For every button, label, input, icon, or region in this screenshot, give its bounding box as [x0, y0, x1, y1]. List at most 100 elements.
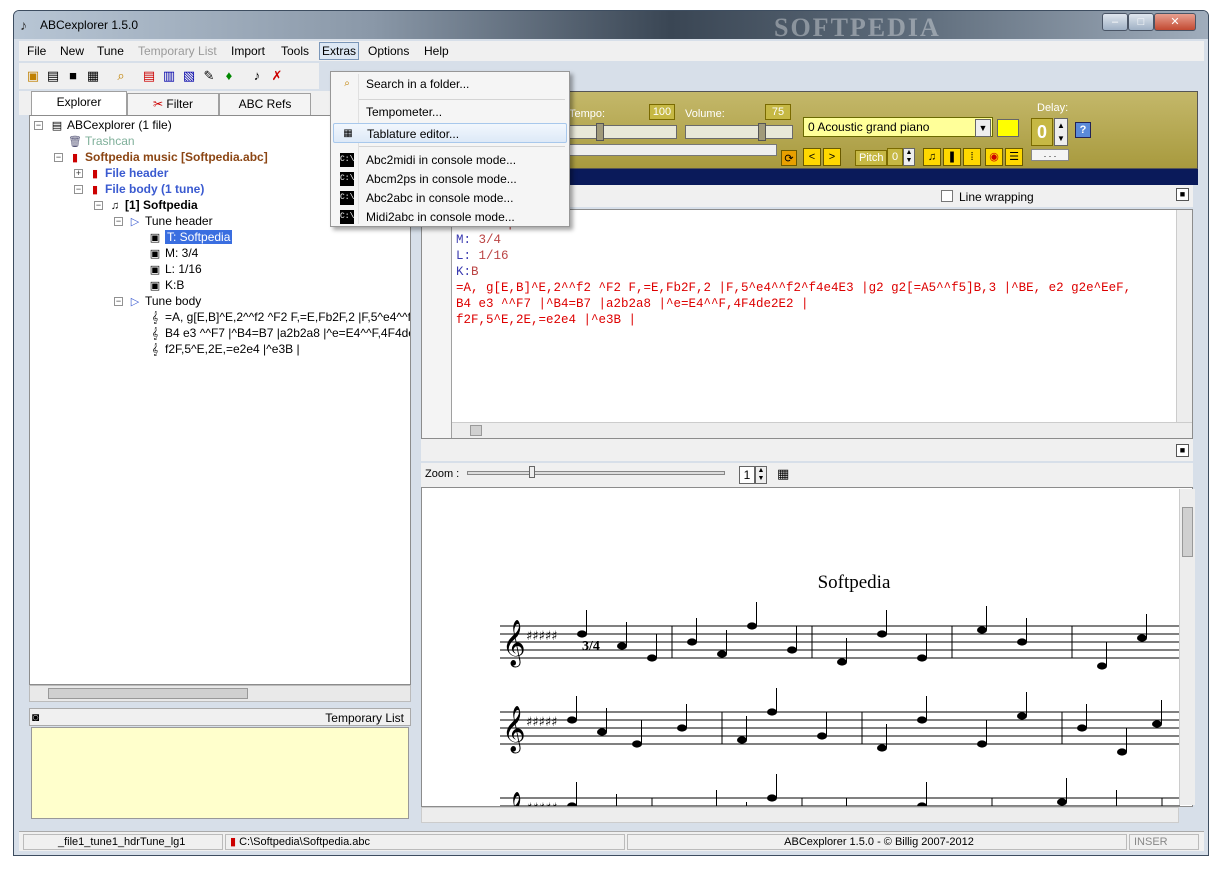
score-vertical-scrollbar[interactable]	[1179, 489, 1195, 805]
repeat-icon[interactable]: ⁞	[963, 148, 981, 166]
editor-vertical-scrollbar[interactable]	[1176, 210, 1192, 438]
editor-text[interactable]: T: Softpedia M: 3/4 L: 1/16 K:B =A, g[E,…	[456, 216, 1131, 328]
play-triangle-icon: ▷	[130, 296, 140, 308]
menu-item-tempometer[interactable]: Tempometer...	[333, 102, 567, 122]
edit-icon[interactable]: ✎	[201, 68, 217, 84]
collapse-root-icon[interactable]: −	[34, 121, 43, 130]
menu-tools[interactable]: Tools	[281, 44, 309, 58]
menu-new[interactable]: New	[60, 44, 84, 58]
menu-item-search-folder[interactable]: ⌕ Search in a folder...	[333, 74, 567, 94]
zoom-slider[interactable]	[467, 471, 725, 475]
maximize-button[interactable]: □	[1128, 13, 1154, 31]
tree-header-field[interactable]: ▣ M: 3/4	[148, 245, 199, 261]
note-icon[interactable]: ♪	[249, 68, 265, 84]
tree-file-body[interactable]: ▮ File body (1 tune)	[88, 181, 204, 197]
line-wrapping-checkbox[interactable]	[941, 190, 953, 202]
search-folder-icon[interactable]: ⌕	[113, 68, 129, 84]
tree-header-field[interactable]: ▣ L: 1/16	[148, 261, 202, 277]
tempo-thumb[interactable]	[596, 123, 604, 141]
editor-horizontal-scrollbar[interactable]	[452, 422, 1192, 438]
collapse-tune-icon[interactable]: −	[94, 201, 103, 210]
save-icon[interactable]: ■	[65, 68, 81, 84]
menu-tune[interactable]: Tune	[97, 44, 124, 58]
collapse-file-body-icon[interactable]: −	[74, 185, 83, 194]
chevron-down-icon[interactable]: ▼	[975, 119, 991, 137]
menu-item-midi2abc[interactable]: C:\ Midi2abc in console mode...	[333, 207, 567, 227]
next-button[interactable]: >	[823, 148, 841, 166]
menu-help[interactable]: Help	[424, 44, 449, 58]
tree-header-field[interactable]: ▣ K:B	[148, 277, 185, 293]
list-icon[interactable]: ☰	[1005, 148, 1023, 166]
bottle-icon[interactable]: ♦	[221, 68, 237, 84]
zoom-value[interactable]: 1	[739, 466, 755, 484]
menu-options[interactable]: Options	[368, 44, 409, 58]
tree-body-line[interactable]: 𝄞 f2F,5^E,2E,=e2e4 |^e3B |	[148, 341, 300, 357]
maximize-score-icon[interactable]: ■	[1176, 444, 1189, 457]
tab-abc-refs[interactable]: ABC Refs	[219, 93, 311, 115]
tempo-slider[interactable]	[569, 123, 677, 141]
menu-extras[interactable]: Extras	[319, 42, 360, 60]
tree-tune[interactable]: ♫ [1] Softpedia	[108, 197, 198, 213]
open-folder-icon[interactable]: ▣	[25, 68, 41, 84]
tree-body-line[interactable]: 𝄞 B4 e3 ^^F7 |^B4=B7 |a2b2a8 |^e=E4^^F,4F…	[148, 325, 410, 341]
zoom-thumb[interactable]	[529, 466, 535, 478]
menu-item-abc2midi[interactable]: C:\ Abc2midi in console mode...	[333, 150, 567, 170]
tree-tune-body[interactable]: ▷ Tune body	[128, 293, 202, 309]
pitch-spinner[interactable]: ▲ ▼	[903, 148, 915, 166]
abc-editor[interactable]: T: Softpedia M: 3/4 L: 1/16 K:B =A, g[E,…	[421, 209, 1193, 439]
notes-icon[interactable]: ♫	[923, 148, 941, 166]
tab-filter[interactable]: ✂ Filter	[127, 93, 219, 115]
save-all-icon[interactable]: ▦	[85, 68, 101, 84]
convert-icon[interactable]: ▧	[181, 68, 197, 84]
abc-file-icon[interactable]: ▤	[141, 68, 157, 84]
score-horizontal-scrollbar[interactable]	[421, 807, 1179, 823]
collapse-tune-header-icon[interactable]: −	[114, 217, 123, 226]
scroll-thumb[interactable]	[470, 425, 482, 436]
tree-header-field[interactable]: ▣ T: Softpedia	[148, 229, 233, 245]
menu-file[interactable]: File	[27, 44, 46, 58]
tree-tune-header[interactable]: ▷ Tune header	[128, 213, 213, 229]
menu-item-tablature-editor[interactable]: ▦ Tablature editor...	[333, 123, 567, 143]
title-bar[interactable]: ♪ ABCexplorer 1.5.0 SOFTPEDIA – □ ✕	[14, 11, 1208, 42]
menu-import[interactable]: Import	[231, 44, 265, 58]
open-file-icon[interactable]: ▤	[45, 68, 61, 84]
prev-button[interactable]: <	[803, 148, 821, 166]
window-title: ABCexplorer 1.5.0	[40, 18, 139, 32]
metronome-icon[interactable]: ◉	[985, 148, 1003, 166]
close-button[interactable]: ✕	[1154, 13, 1196, 31]
export-icon[interactable]: ▥	[161, 68, 177, 84]
score-header: ■	[421, 439, 1193, 461]
tree-file-header[interactable]: ▮ File header	[88, 165, 168, 181]
volume-thumb[interactable]	[758, 123, 766, 141]
tree-trashcan[interactable]: 🗑 Trashcan	[68, 133, 135, 149]
zoom-spinner[interactable]: ▲ ▼	[755, 466, 767, 484]
instrument-select[interactable]: 0 Acoustic grand piano	[803, 117, 993, 137]
loop-icon[interactable]: ⟳	[781, 150, 797, 166]
help-icon[interactable]: ?	[1075, 122, 1091, 138]
scroll-thumb[interactable]	[48, 688, 248, 699]
volume-slider[interactable]	[685, 123, 793, 141]
tree-root[interactable]: ▤ ABCexplorer (1 file)	[50, 117, 172, 133]
temp-list-icon[interactable]: ◙	[32, 710, 39, 724]
tree-body-line[interactable]: 𝄞 =A, g[E,B]^E,2^^f2 ^F2 F,=E,Fb2F,2 |F,5…	[148, 309, 410, 325]
score-view[interactable]: Softpedia 𝄞♯♯♯♯♯𝄞♯♯♯♯♯𝄞♯♯♯♯♯3/4	[421, 487, 1193, 807]
menu-item-abcm2ps[interactable]: C:\ Abcm2ps in console mode...	[333, 169, 567, 189]
scroll-thumb[interactable]	[1182, 507, 1193, 557]
collapse-tune-body-icon[interactable]: −	[114, 297, 123, 306]
no-note-icon[interactable]: ✗	[269, 68, 285, 84]
delay-more-button[interactable]: . . .	[1031, 149, 1069, 161]
tab-explorer[interactable]: Explorer	[31, 91, 127, 115]
menu-item-abc2abc[interactable]: C:\ Abc2abc in console mode...	[333, 188, 567, 208]
menu-temporary-list[interactable]: Temporary List	[138, 44, 217, 58]
collapse-file-icon[interactable]: −	[54, 153, 63, 162]
expand-file-header-icon[interactable]: +	[74, 169, 83, 178]
tree-horizontal-scrollbar[interactable]	[29, 685, 411, 702]
temporary-list[interactable]	[31, 727, 409, 819]
minimize-button[interactable]: –	[1102, 13, 1128, 31]
delay-spinner[interactable]: ▲ ▼	[1054, 118, 1068, 146]
color-button[interactable]	[997, 119, 1019, 137]
stop-bar-icon[interactable]: ❚	[943, 148, 961, 166]
maximize-editor-icon[interactable]: ■	[1176, 188, 1189, 201]
grid-icon[interactable]: ▦	[777, 466, 795, 484]
tree-file[interactable]: ▮ Softpedia music [Softpedia.abc]	[68, 149, 268, 165]
